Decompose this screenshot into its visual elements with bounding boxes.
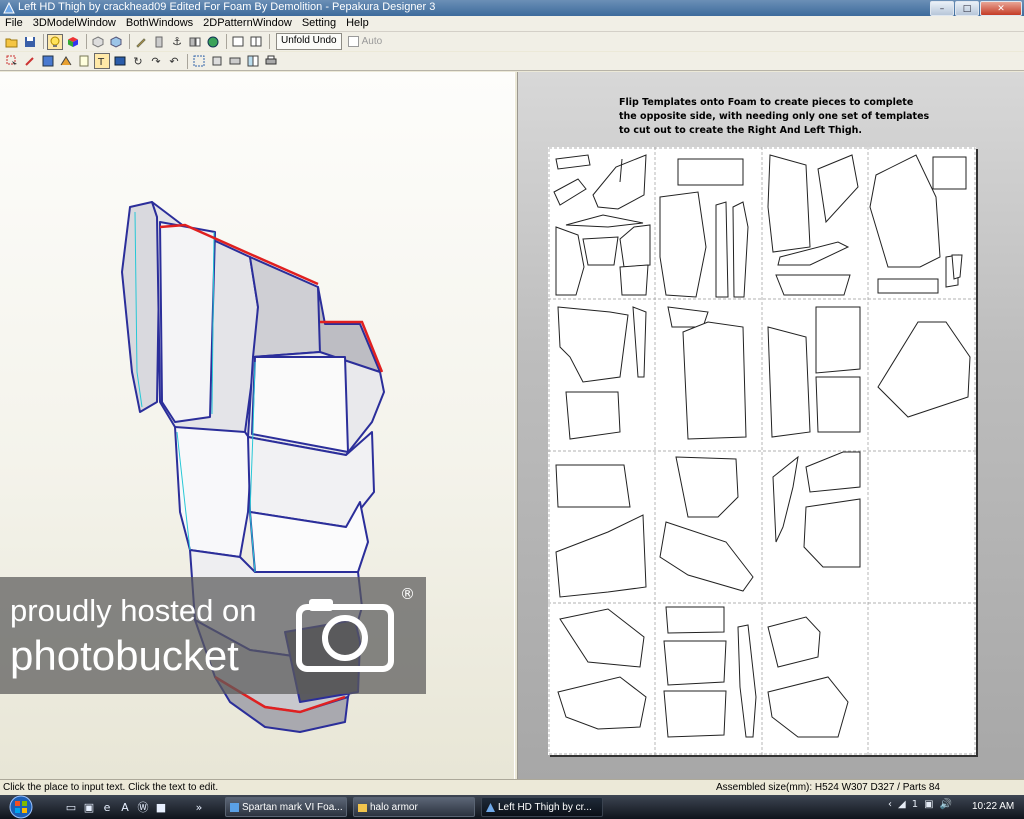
display-icon[interactable]: ▣ (924, 799, 933, 810)
menu-2dpatternwindow[interactable]: 2DPatternWindow (198, 16, 297, 31)
grid-icon[interactable] (40, 53, 56, 69)
title-bar: Left HD Thigh by crackhead09 Edited For … (0, 0, 1024, 16)
start-button[interactable] (4, 795, 38, 819)
toolbar-separator (129, 34, 130, 49)
edit-icon[interactable] (22, 53, 38, 69)
globe-icon[interactable] (205, 34, 221, 50)
auto-label: Auto (361, 36, 383, 47)
menu-bar: File 3DModelWindow BothWindows 2DPattern… (0, 16, 1024, 32)
language-icon[interactable]: 1 (912, 799, 918, 810)
menu-3dmodelwindow[interactable]: 3DModelWindow (28, 16, 121, 31)
switch-windows-icon[interactable]: ▣ (82, 800, 96, 814)
arrange-icon[interactable] (191, 53, 207, 69)
assembled-size-text: Assembled size(mm): H524 W307 D327 / Par… (716, 782, 940, 793)
toolbar-separator (86, 34, 87, 49)
layout-icon[interactable] (245, 53, 261, 69)
pattern-note-text[interactable]: Flip Templates onto Foam to create piece… (619, 96, 939, 138)
save-icon[interactable] (22, 34, 38, 50)
pattern-note-line3: to cut out to create the Right And Left … (619, 125, 863, 136)
box-texture-icon[interactable] (108, 34, 124, 50)
menu-setting[interactable]: Setting (297, 16, 341, 31)
photobucket-watermark: proudly hosted on photobucket ® (0, 577, 426, 694)
windows-taskbar: ▭ ▣ e A Ⓦ ■ » Spartan mark VI Foa... hal… (0, 795, 1024, 819)
close-button[interactable]: ✕ (980, 1, 1022, 16)
printer-icon[interactable] (263, 53, 279, 69)
window-title: Left HD Thigh by crackhead09 Edited For … (18, 1, 436, 13)
single-window-icon[interactable] (230, 34, 246, 50)
svg-text:T: T (97, 57, 105, 67)
undo-icon[interactable]: ↶ (166, 53, 182, 69)
pattern-toolbar: T ↻ ↷ ↶ (0, 52, 1024, 71)
volume-icon[interactable]: 🔊 (940, 799, 952, 810)
watermark-line2: photobucket (10, 632, 239, 679)
pencil-icon[interactable] (133, 34, 149, 50)
anchor-icon[interactable]: ⚓ (169, 34, 185, 50)
auto-checkbox-box[interactable] (347, 36, 359, 47)
internet-explorer-icon[interactable]: e (100, 800, 114, 814)
pattern-paper-sheet[interactable] (548, 147, 976, 755)
main-toolbar: ⚓ Unfold Undo Auto (0, 32, 1024, 51)
status-hint-text: Click the place to input text. Click the… (3, 782, 219, 793)
taskbar-item-spartan[interactable]: Spartan mark VI Foa... (225, 797, 347, 817)
column-icon[interactable] (151, 34, 167, 50)
system-tray: ‹ ◢ 1 ▣ 🔊 (888, 799, 952, 810)
wordpress-icon[interactable]: Ⓦ (136, 800, 150, 814)
toolbar-separator (187, 53, 188, 69)
app-a-icon[interactable]: A (118, 800, 132, 814)
pepakura-app-icon (3, 2, 15, 14)
pattern-note-line1: Flip Templates onto Foam to create piece… (619, 97, 914, 108)
taskbar-item-halo-armor[interactable]: halo armor (353, 797, 475, 817)
watermark-registered-mark: ® (400, 585, 415, 603)
lightbulb-icon[interactable] (47, 33, 63, 50)
folder-icon (358, 804, 367, 812)
3d-model-view[interactable]: proudly hosted on photobucket ® (0, 72, 515, 779)
2d-pattern-view[interactable]: Flip Templates onto Foam to create piece… (518, 72, 1024, 779)
menu-file[interactable]: File (0, 16, 28, 31)
unfold-undo-button[interactable]: Unfold Undo (276, 33, 342, 50)
minimize-button[interactable]: – (930, 1, 954, 16)
show-desktop-icon[interactable]: ▭ (64, 800, 78, 814)
fold-icon[interactable] (58, 53, 74, 69)
select-icon[interactable] (4, 53, 20, 69)
print-icon[interactable] (227, 53, 243, 69)
pepakura-app-icon (486, 803, 495, 812)
window-controls: – □ ✕ (930, 1, 1022, 16)
toolbar-separator (226, 34, 227, 49)
photobucket-camera-logo-icon (296, 599, 394, 672)
split-icon[interactable] (187, 34, 203, 50)
chevron-left-icon[interactable]: ‹ (888, 799, 892, 810)
menu-help[interactable]: Help (341, 16, 374, 31)
rotate-icon[interactable]: ↻ (130, 53, 146, 69)
status-bar: Click the place to input text. Click the… (0, 779, 1024, 796)
color-cube-icon[interactable] (65, 34, 81, 50)
taskbar-clock[interactable]: 10:22 AM (972, 801, 1014, 812)
maximize-button[interactable]: □ (955, 1, 979, 16)
move-icon[interactable] (209, 53, 225, 69)
text-tool-icon[interactable]: T (94, 53, 110, 69)
pattern-parts-layout[interactable] (548, 147, 976, 755)
quick-launch-overflow-icon[interactable]: » (192, 800, 206, 814)
paper-icon[interactable] (76, 53, 92, 69)
toolbar-separator (43, 34, 44, 49)
watermark-line1: proudly hosted on (10, 593, 257, 628)
taskbar-item-halo-armor-label: halo armor (370, 802, 418, 813)
menu-bothwindows[interactable]: BothWindows (121, 16, 198, 31)
box-icon[interactable] (90, 34, 106, 50)
taskbar-item-pepakura-label: Left HD Thigh by cr... (498, 802, 592, 813)
double-window-icon[interactable] (248, 34, 264, 50)
open-icon[interactable] (4, 34, 20, 50)
redo-icon[interactable]: ↷ (148, 53, 164, 69)
document-icon (230, 803, 239, 812)
image-icon[interactable] (112, 53, 128, 69)
pattern-note-line2: the opposite side, with needing only one… (619, 111, 930, 122)
auto-checkbox[interactable]: Auto (347, 36, 383, 47)
toolbar-separator (269, 34, 270, 49)
network-icon[interactable]: ◢ (898, 799, 906, 810)
taskbar-item-spartan-label: Spartan mark VI Foa... (242, 802, 343, 813)
taskbar-item-pepakura[interactable]: Left HD Thigh by cr... (481, 797, 603, 817)
messenger-icon[interactable]: ■ (154, 800, 168, 814)
